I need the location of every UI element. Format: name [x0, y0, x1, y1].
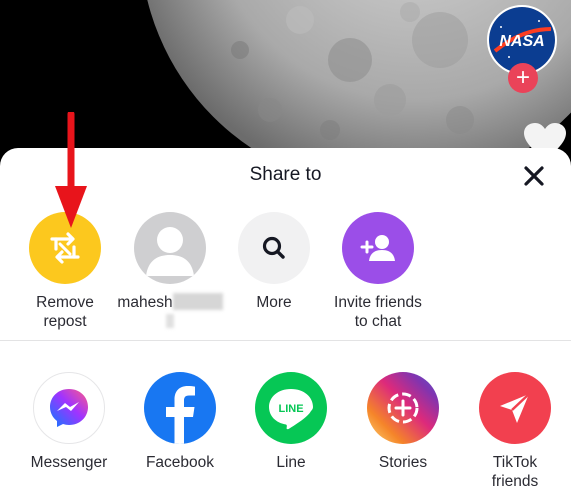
tiktok-friends-button[interactable]: TikTok friends [460, 372, 570, 491]
search-icon [238, 212, 310, 284]
line-button[interactable]: LINE Line [236, 372, 346, 472]
invite-friends-label: Invite friends to chat [334, 294, 422, 330]
creator-avatar-group: NASA + [487, 5, 559, 95]
plus-icon: + [515, 64, 530, 91]
close-icon [524, 166, 544, 186]
close-button[interactable] [520, 162, 548, 190]
redacted-text [166, 314, 174, 328]
contact-name-label: mahesh [115, 293, 225, 328]
facebook-icon [144, 372, 216, 444]
user-avatar-icon [134, 212, 206, 284]
annotation-arrow [55, 112, 87, 228]
messenger-label: Messenger [30, 454, 108, 471]
add-user-icon [342, 212, 414, 284]
line-label: Line [276, 454, 306, 471]
stories-label: Stories [378, 454, 428, 471]
contact-mahesh-button[interactable]: mahesh [115, 212, 225, 328]
send-icon [479, 372, 551, 444]
facebook-button[interactable]: Facebook [125, 372, 235, 472]
facebook-label: Facebook [145, 454, 215, 471]
stories-button[interactable]: Stories [348, 372, 458, 472]
stories-icon [367, 372, 439, 444]
nasa-logo-text: NASA [499, 33, 544, 50]
invite-friends-button[interactable]: Invite friends to chat [323, 212, 433, 331]
messenger-icon [33, 372, 105, 444]
svg-text:LINE: LINE [278, 403, 303, 415]
more-label: More [256, 294, 292, 311]
tiktok-friends-label: TikTok friends [491, 454, 539, 490]
remove-repost-label: Remove repost [36, 294, 94, 330]
follow-button[interactable]: + [508, 63, 538, 93]
divider [0, 340, 571, 341]
redacted-text [172, 293, 223, 310]
more-button[interactable]: More [219, 212, 329, 312]
line-icon: LINE [255, 372, 327, 444]
messenger-button[interactable]: Messenger [14, 372, 124, 472]
